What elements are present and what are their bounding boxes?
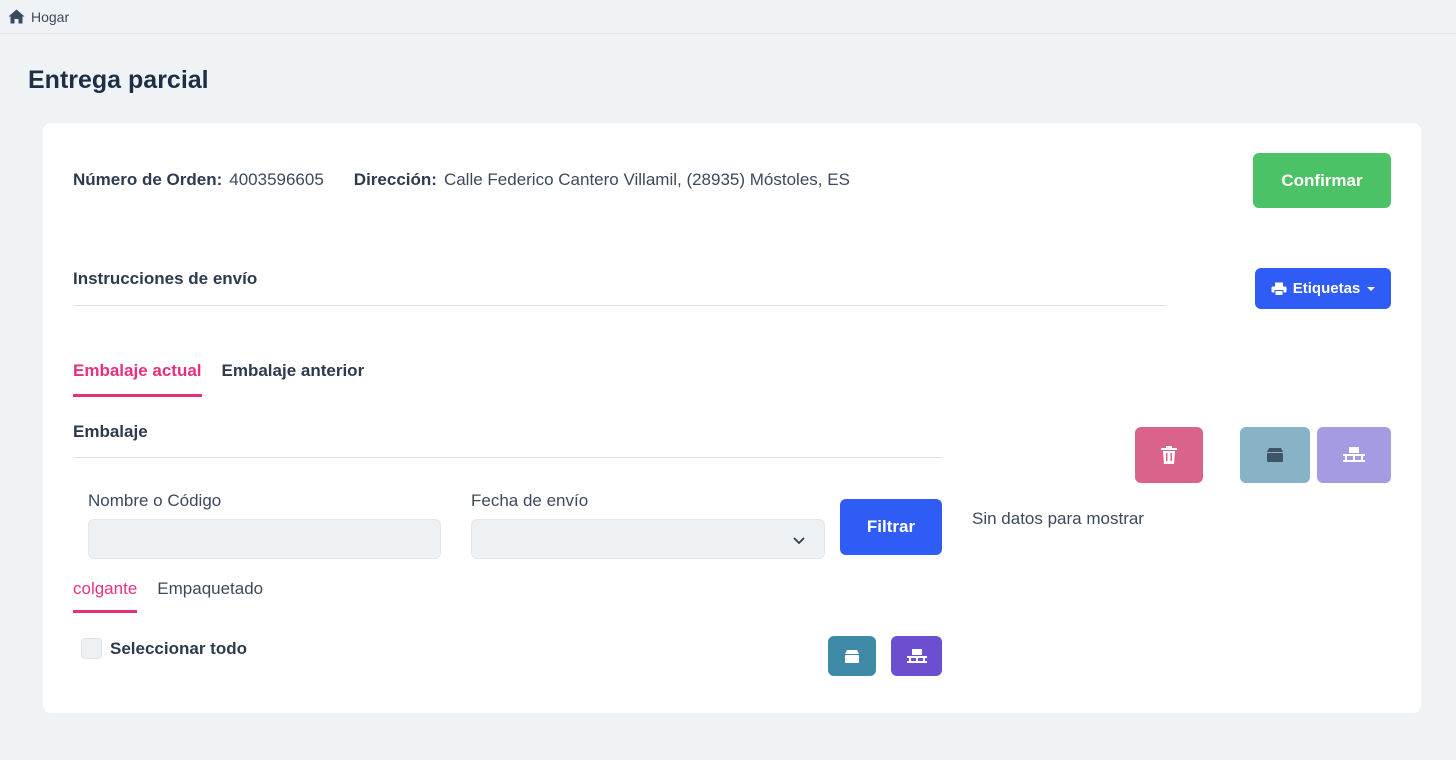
add-to-box-button[interactable] bbox=[828, 636, 876, 676]
labels-button-label: Etiquetas bbox=[1292, 280, 1361, 297]
home-icon[interactable] bbox=[8, 9, 25, 24]
address-label: Dirección: bbox=[353, 170, 437, 189]
box-button[interactable] bbox=[1240, 427, 1310, 483]
pallet-icon bbox=[906, 648, 927, 664]
breadcrumb-home-link[interactable]: Hogar bbox=[31, 9, 69, 25]
ship-date-select[interactable] bbox=[471, 519, 825, 559]
box-icon bbox=[844, 649, 860, 664]
address-value: Calle Federico Cantero Villamil, (28935)… bbox=[443, 170, 850, 189]
name-or-code-label: Nombre o Código bbox=[88, 491, 222, 510]
ship-date-label: Fecha de envío bbox=[471, 491, 589, 510]
shipping-instructions-title: Instrucciones de envío bbox=[73, 269, 258, 288]
tab-packed[interactable]: Empaquetado bbox=[157, 579, 263, 613]
divider bbox=[73, 457, 943, 458]
page-title: Entrega parcial bbox=[28, 66, 209, 94]
pallet-button[interactable] bbox=[1317, 427, 1391, 483]
item-type-tabs: colgante Empaquetado bbox=[73, 579, 263, 613]
chevron-down-icon bbox=[792, 533, 806, 547]
filter-button[interactable]: Filtrar bbox=[840, 499, 942, 555]
name-or-code-input[interactable] bbox=[88, 519, 441, 559]
order-number-label: Número de Orden: bbox=[73, 170, 223, 189]
divider bbox=[73, 305, 1167, 306]
tab-previous-packing[interactable]: Embalaje anterior bbox=[222, 361, 365, 397]
packing-tabs: Embalaje actual Embalaje anterior bbox=[73, 361, 364, 397]
select-all-checkbox[interactable] bbox=[81, 638, 102, 659]
packing-title: Embalaje bbox=[73, 422, 148, 441]
confirm-button[interactable]: Confirmar bbox=[1253, 153, 1391, 208]
printer-icon bbox=[1271, 282, 1287, 296]
tab-current-packing[interactable]: Embalaje actual bbox=[73, 361, 202, 397]
breadcrumb: Hogar bbox=[0, 0, 1456, 34]
partial-delivery-card: Número de Orden: 4003596605 Dirección: C… bbox=[43, 123, 1421, 713]
empty-state-text: Sin datos para mostrar bbox=[972, 509, 1144, 528]
add-to-pallet-button[interactable] bbox=[891, 636, 942, 676]
box-icon bbox=[1266, 447, 1284, 463]
labels-dropdown-button[interactable]: Etiquetas bbox=[1255, 268, 1391, 309]
pallet-icon bbox=[1343, 447, 1365, 463]
order-info: Número de Orden: 4003596605 Dirección: C… bbox=[73, 170, 850, 190]
select-all-label[interactable]: Seleccionar todo bbox=[110, 639, 247, 659]
tab-hanging[interactable]: colgante bbox=[73, 579, 138, 613]
caret-down-icon bbox=[1367, 286, 1376, 291]
delete-button[interactable] bbox=[1135, 427, 1203, 483]
trash-icon bbox=[1161, 446, 1177, 464]
order-number-value: 4003596605 bbox=[229, 170, 324, 189]
